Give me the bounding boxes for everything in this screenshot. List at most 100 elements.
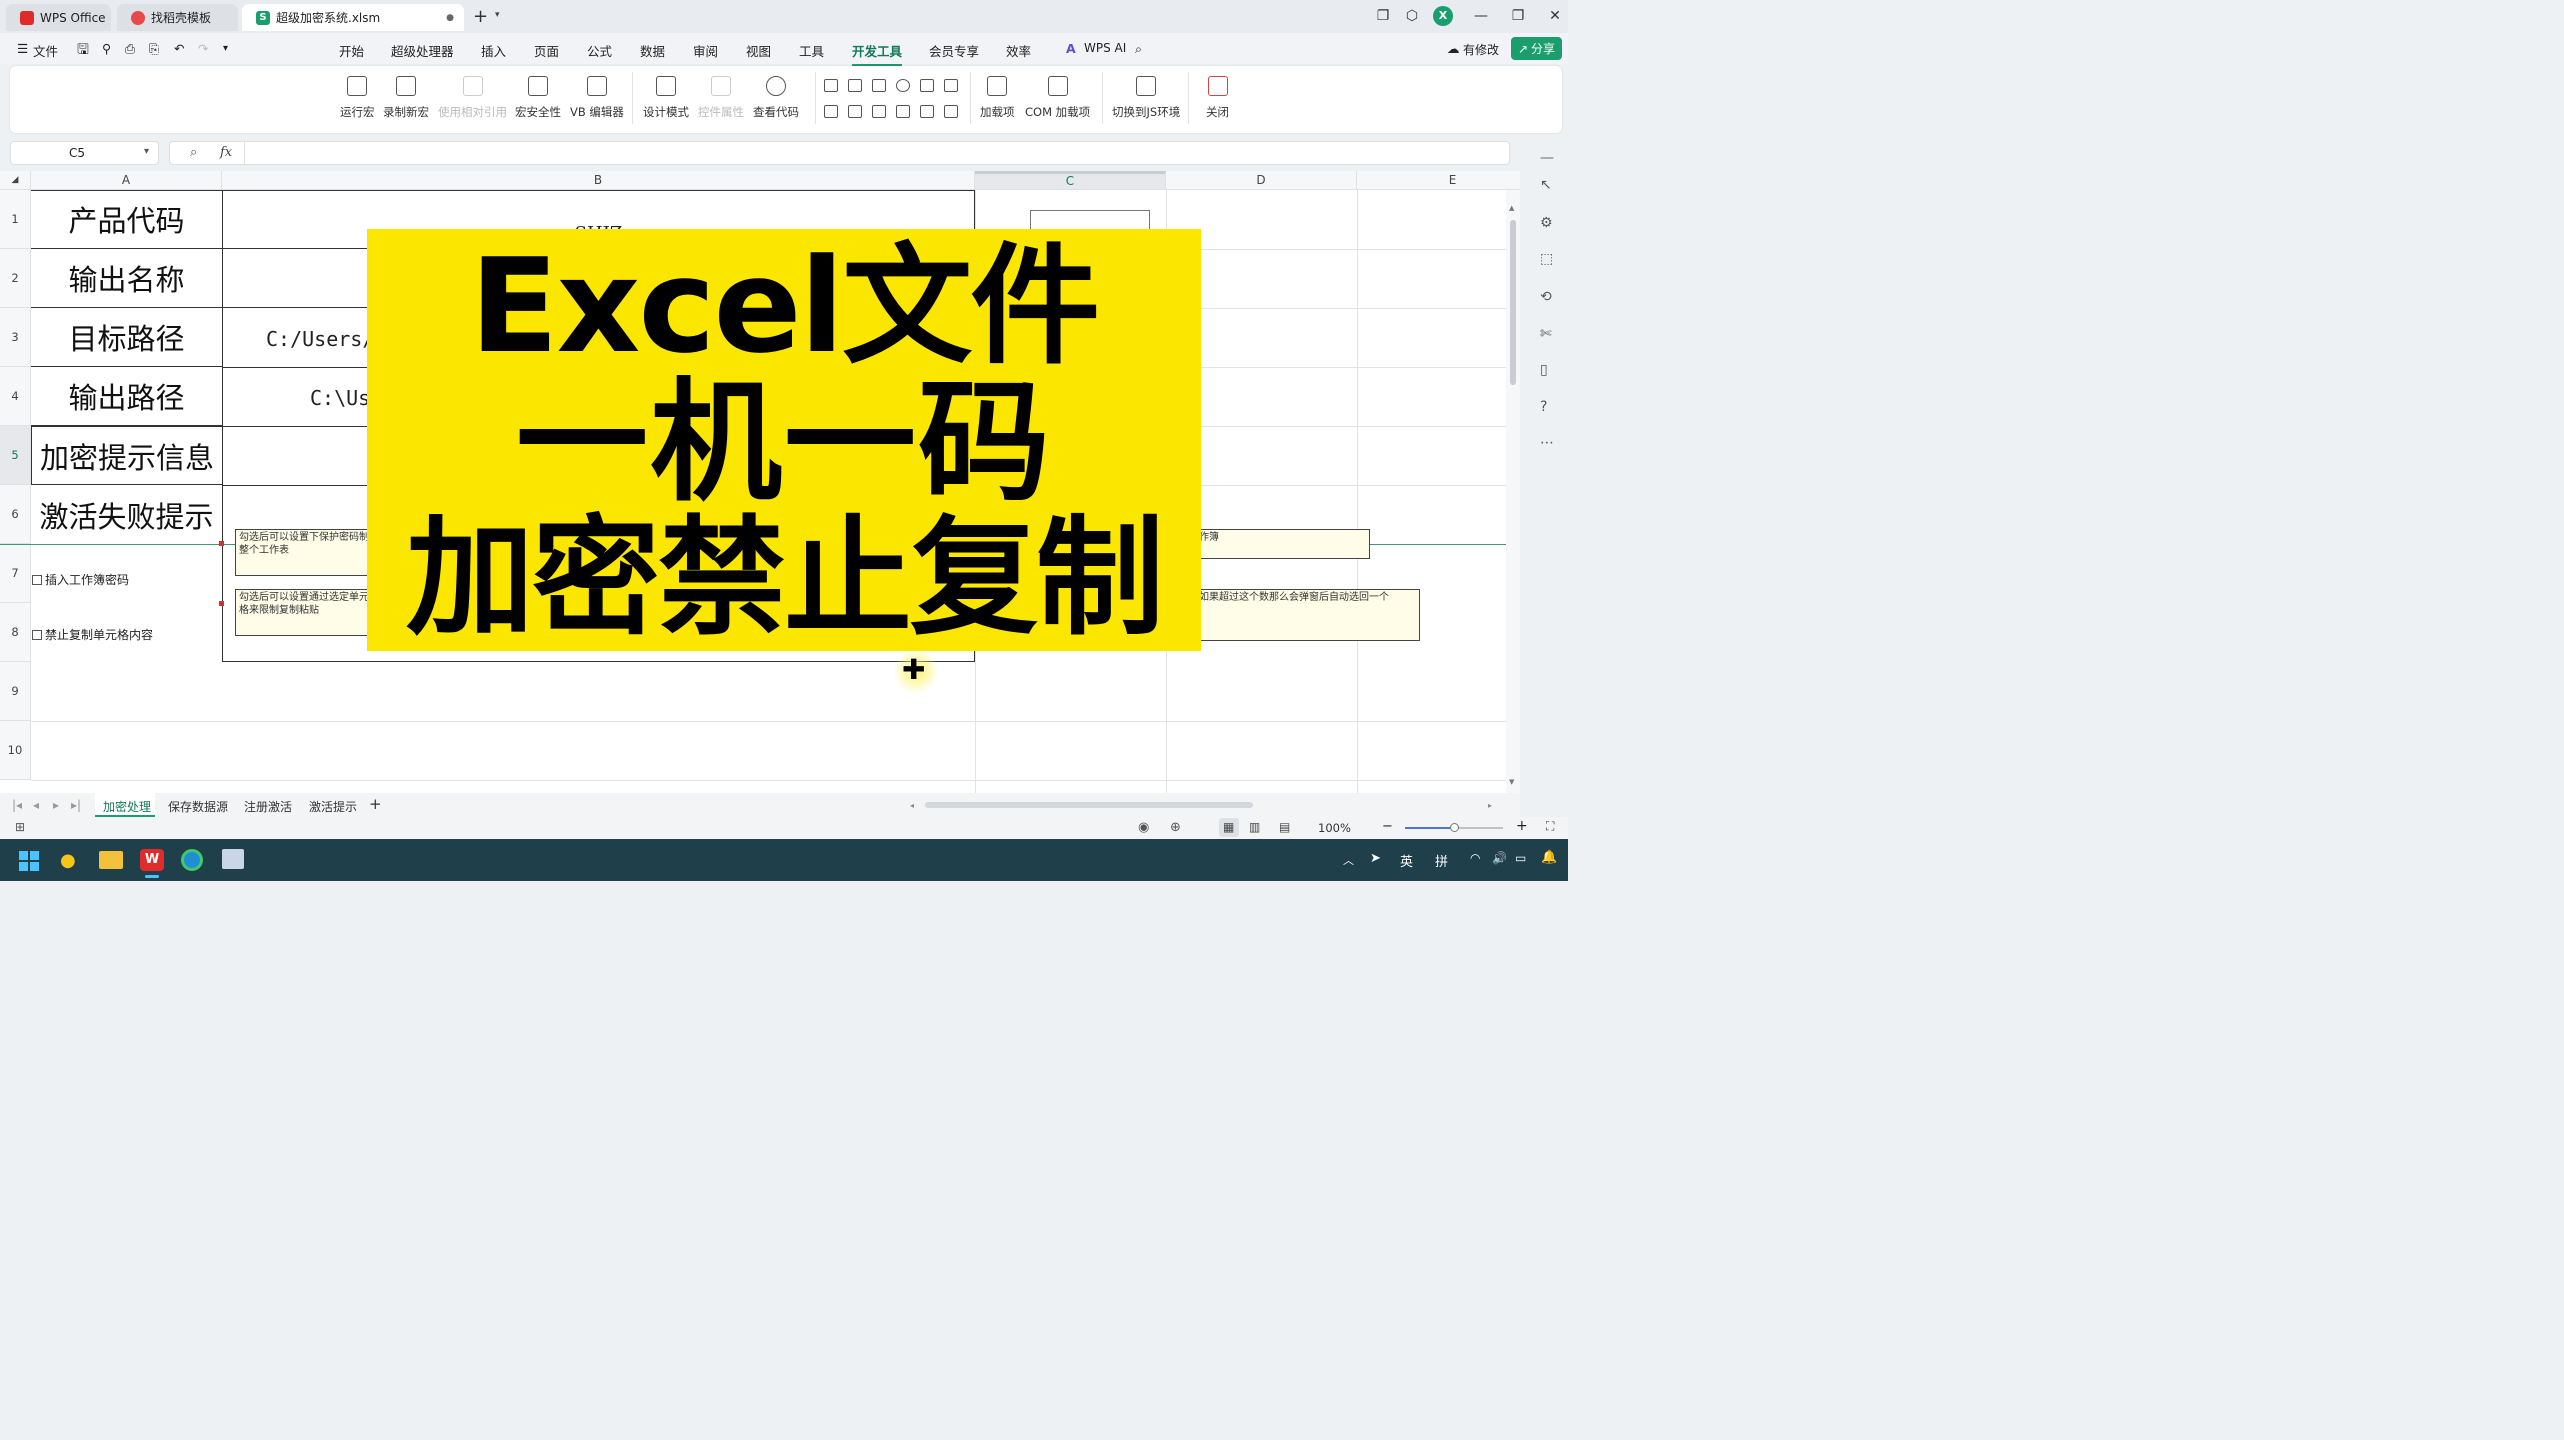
view-code-button[interactable]: 查看代码 xyxy=(753,76,799,120)
undo-icon[interactable]: ↶ xyxy=(174,41,184,56)
checkbox-workbook-password[interactable]: 插入工作簿密码 xyxy=(32,571,129,588)
save-icon[interactable]: 🖫 xyxy=(77,39,89,63)
scroll-left-icon[interactable]: ◂ xyxy=(910,801,914,810)
more-chevron-icon[interactable]: ▾ xyxy=(223,43,228,54)
switch-js-button[interactable]: 切换到JS环境 xyxy=(1112,76,1180,120)
row-header[interactable]: 9 xyxy=(0,662,31,721)
combo-box-icon[interactable] xyxy=(824,105,838,118)
format-painter-icon[interactable]: ⚲ xyxy=(102,41,111,56)
scroll-right-icon[interactable]: ▸ xyxy=(1488,801,1492,810)
sheet-tab-data-source[interactable]: 保存数据源 xyxy=(168,798,228,815)
column-header-b[interactable]: B xyxy=(222,171,975,190)
ime-language[interactable]: 英 xyxy=(1400,851,1413,870)
vertical-scrollbar[interactable]: ▲ ▼ xyxy=(1506,190,1520,793)
remote-app-icon[interactable] xyxy=(222,849,244,869)
zoom-out-button[interactable]: − xyxy=(1382,819,1393,834)
search-icon[interactable]: ⌕ xyxy=(1135,41,1142,57)
layout-toggle-icon[interactable]: ⊕ xyxy=(1170,820,1181,835)
row-header[interactable]: 10 xyxy=(0,721,31,780)
menu-data[interactable]: 数据 xyxy=(640,41,665,60)
row-header[interactable]: 6 xyxy=(0,485,31,544)
tray-expand-icon[interactable]: ︿ xyxy=(1343,852,1354,868)
zoom-slider-handle[interactable] xyxy=(1450,823,1459,832)
text-box-icon[interactable] xyxy=(896,105,910,118)
page-break-icon[interactable]: ▤ xyxy=(1279,820,1290,834)
windows-start-icon[interactable] xyxy=(19,851,39,871)
restore-icon[interactable]: ❐ xyxy=(1508,6,1528,26)
zoom-in-button[interactable]: + xyxy=(1516,818,1528,834)
next-sheet-icon[interactable]: ▸ xyxy=(53,798,59,812)
review-icon[interactable]: ▯ xyxy=(1540,362,1548,378)
tab-docer[interactable]: 找稻壳模板 xyxy=(117,4,238,31)
column-header-a[interactable]: A xyxy=(31,171,222,190)
notification-bell-icon[interactable]: 🔔 xyxy=(1541,850,1557,865)
print-preview-icon[interactable]: ⎘ xyxy=(149,41,159,57)
sheet-tab-active[interactable]: 加密处理 xyxy=(95,793,155,817)
tab-wps-office[interactable]: WPS Office xyxy=(6,4,111,31)
horizontal-scrollbar[interactable] xyxy=(925,802,1253,808)
column-header-e[interactable]: E xyxy=(1357,171,1520,190)
minimize-icon[interactable]: — xyxy=(1471,6,1491,26)
cell-label-output-path[interactable]: 输出路径 xyxy=(31,367,222,426)
fullscreen-icon[interactable]: ⛶ xyxy=(1546,819,1554,834)
print-icon[interactable]: ⎙ xyxy=(125,41,135,57)
cell-label-product-code[interactable]: 产品代码 xyxy=(31,190,222,249)
row-header[interactable]: 8 xyxy=(0,603,31,662)
cell-c1-control[interactable] xyxy=(1030,210,1150,230)
chevron-down-icon[interactable]: ▾ xyxy=(144,146,149,157)
checkbox-disable-copy[interactable]: 禁止复制单元格内容 xyxy=(32,626,153,643)
macro-record-icon[interactable]: ⊞ xyxy=(15,820,25,834)
record-macro-button[interactable]: 录制新宏 xyxy=(383,76,429,120)
control-props-button[interactable]: 控件属性 xyxy=(698,76,744,120)
cell-label-encrypt-hint[interactable]: 加密提示信息 xyxy=(31,426,222,485)
share-button[interactable]: ↗ 分享 xyxy=(1511,37,1562,60)
unsaved-dot-icon[interactable]: ● xyxy=(446,13,454,23)
row-header[interactable]: 1 xyxy=(0,190,31,249)
cell-label-activation-fail[interactable]: 激活失败提示 xyxy=(31,485,222,544)
scroll-down-icon[interactable]: ▼ xyxy=(1509,778,1514,786)
row-header-selected[interactable]: 5 xyxy=(0,426,31,485)
selection-icon[interactable]: ⬚ xyxy=(1540,251,1553,267)
macro-security-button[interactable]: 宏安全性 xyxy=(515,76,561,120)
button-control-icon[interactable] xyxy=(872,79,886,92)
tools-icon[interactable]: ✄ xyxy=(1540,326,1552,342)
menu-formula[interactable]: 公式 xyxy=(587,41,612,60)
location-icon[interactable]: ➤ xyxy=(1370,851,1381,866)
row-header[interactable]: 4 xyxy=(0,367,31,426)
cell-label-target-path[interactable]: 目标路径 xyxy=(31,308,222,367)
sheet-tab-register[interactable]: 注册激活 xyxy=(244,798,292,815)
ime-mode[interactable]: 拼 xyxy=(1435,851,1448,870)
row-header[interactable]: 2 xyxy=(0,249,31,308)
menu-wps-ai[interactable]: WPS AI xyxy=(1084,41,1126,55)
sheet-tab-activation-hint[interactable]: 激活提示 xyxy=(309,798,357,815)
run-macro-button[interactable]: 运行宏 xyxy=(340,76,375,120)
menu-member[interactable]: 会员专享 xyxy=(929,41,979,60)
tab-workbook[interactable]: S 超级加密系统.xlsm ● xyxy=(242,4,464,31)
wps-taskbar-icon[interactable]: W xyxy=(140,849,164,871)
design-mode-button[interactable]: 设计模式 xyxy=(643,76,689,120)
scroll-up-icon[interactable]: ▲ xyxy=(1509,204,1514,212)
page-layout-icon[interactable]: ▥ xyxy=(1249,820,1260,834)
close-developer-button[interactable]: 关闭 xyxy=(1206,76,1229,120)
avatar[interactable]: X xyxy=(1433,6,1453,26)
column-header-c[interactable]: C xyxy=(975,171,1166,190)
checkbox-box[interactable] xyxy=(32,629,42,640)
menu-page[interactable]: 页面 xyxy=(534,41,559,60)
menu-super-processor[interactable]: 超级处理器 xyxy=(391,41,454,60)
addins-button[interactable]: 加载项 xyxy=(980,76,1015,120)
select-cursor-icon[interactable]: ↖ xyxy=(1540,177,1552,193)
widgets-icon[interactable]: ● xyxy=(60,850,76,871)
list-box-icon[interactable] xyxy=(920,79,934,92)
tab-list-chevron-icon[interactable]: ▾ xyxy=(495,10,500,20)
wifi-icon[interactable]: ◠ xyxy=(1470,851,1480,865)
modified-status[interactable]: 有修改 xyxy=(1463,41,1499,58)
vb-editor-button[interactable]: VB 编辑器 xyxy=(570,76,624,120)
menu-tools[interactable]: 工具 xyxy=(799,41,824,60)
tablet-mode-icon[interactable]: ❐ xyxy=(1373,6,1393,26)
new-tab-button[interactable]: + xyxy=(473,6,488,27)
menu-view[interactable]: 视图 xyxy=(746,41,771,60)
menu-review[interactable]: 审阅 xyxy=(693,41,718,60)
column-header-d[interactable]: D xyxy=(1166,171,1357,190)
checkbox-control-icon[interactable] xyxy=(824,79,838,92)
menu-file[interactable]: 文件 xyxy=(33,41,58,60)
